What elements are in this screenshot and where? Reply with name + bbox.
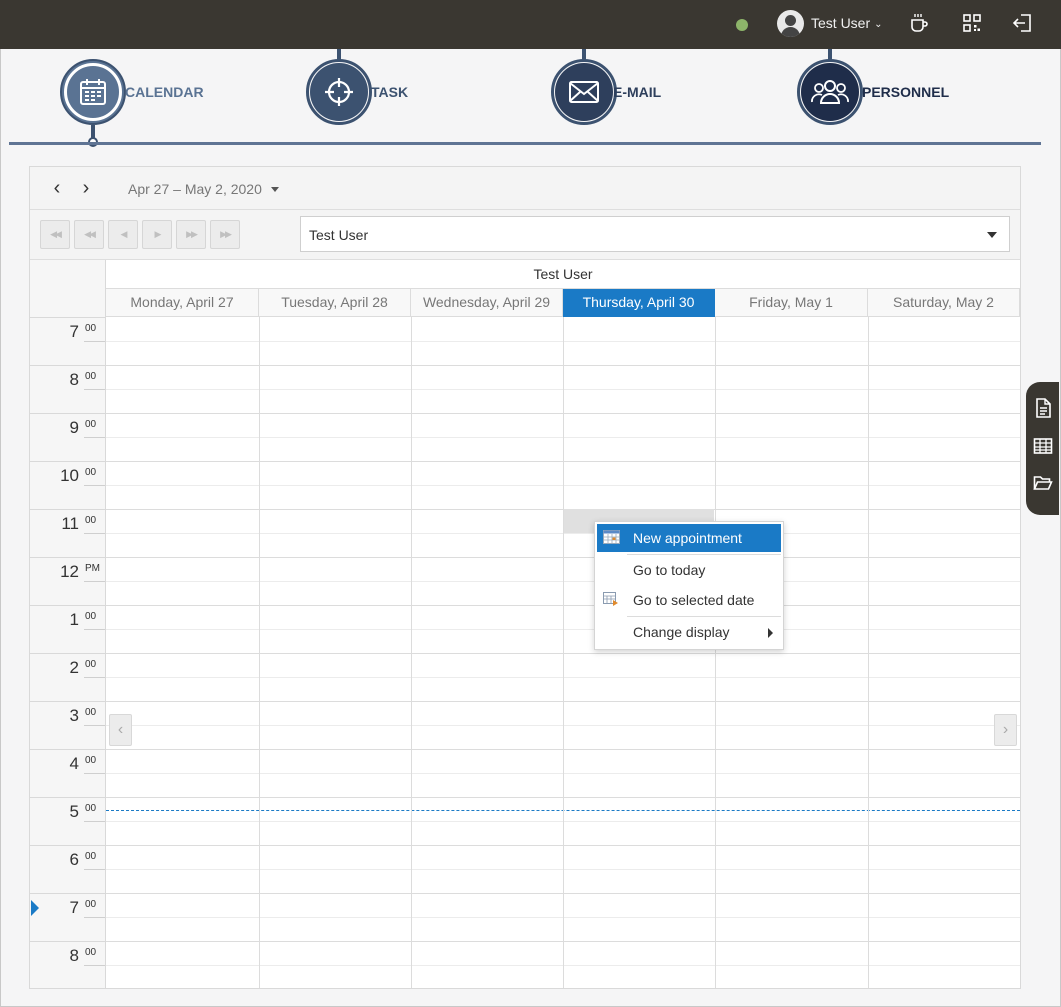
- hour-label: 8 00: [30, 941, 105, 989]
- hour-label: 10 00: [30, 461, 105, 509]
- day-header[interactable]: Monday, April 27: [106, 289, 259, 317]
- menu-separator: [627, 616, 781, 617]
- hour-label: 7 00: [30, 893, 105, 941]
- time-column: 7 00 8 00 9 00 10 00 11 00 12 PM 1 00 2 00 3 00 4…: [30, 260, 106, 988]
- crosshair-icon: [310, 63, 368, 121]
- submenu-arrow-icon: [768, 628, 773, 638]
- menu-item-go-to-selected-date[interactable]: Go to selected date: [597, 586, 781, 614]
- menu-item-go-to-today[interactable]: Go to today: [597, 556, 781, 584]
- previous-group-button[interactable]: ◀◀: [74, 220, 104, 249]
- module-personnel[interactable]: PERSONNEL: [797, 49, 957, 149]
- next-group-button[interactable]: ▶▶: [176, 220, 206, 249]
- calendar-goto-icon: [603, 592, 618, 606]
- module-label: TASK: [371, 84, 409, 100]
- envelope-icon: [555, 63, 613, 121]
- day-header-today[interactable]: Thursday, April 30: [563, 289, 715, 317]
- side-dock: [1026, 382, 1059, 515]
- first-page-button[interactable]: ◀◀: [40, 220, 70, 249]
- folder-open-icon[interactable]: [1033, 473, 1053, 493]
- scroll-right-button[interactable]: ›: [994, 714, 1017, 746]
- day-header[interactable]: Saturday, May 2: [868, 289, 1020, 317]
- module-divider: [9, 142, 1041, 145]
- logout-icon[interactable]: [1012, 12, 1034, 34]
- calendar-icon: [64, 63, 122, 121]
- hour-label: 9 00: [30, 413, 105, 461]
- time-slot-grid[interactable]: [106, 317, 1020, 988]
- last-page-button[interactable]: ▶▶: [210, 220, 240, 249]
- user-avatar-icon: [777, 9, 804, 37]
- day-column-divider: [259, 317, 260, 988]
- day-header[interactable]: Friday, May 1: [715, 289, 868, 317]
- module-email[interactable]: E-MAIL: [551, 49, 701, 149]
- day-header[interactable]: Wednesday, April 29: [411, 289, 563, 317]
- module-task[interactable]: TASK: [306, 49, 456, 149]
- day-column-divider: [563, 317, 564, 988]
- day-column-divider: [868, 317, 869, 988]
- user-name: Test User: [811, 15, 871, 31]
- menu-item-label: Change display: [633, 624, 730, 640]
- resource-toolbar: ◀◀ ◀◀ ◀ ▶ ▶▶ ▶▶ Test User: [30, 210, 1020, 260]
- previous-page-button[interactable]: ◀: [108, 220, 138, 249]
- previous-range-button[interactable]: ‹: [48, 178, 66, 198]
- resource-select-value: Test User: [309, 227, 369, 243]
- module-label: CALENDAR: [125, 84, 204, 100]
- hour-label: 1 00: [30, 605, 105, 653]
- hour-label: 2 00: [30, 653, 105, 701]
- next-range-button[interactable]: ›: [77, 178, 95, 198]
- table-grid-icon[interactable]: [1033, 436, 1053, 456]
- menu-item-label: New appointment: [633, 530, 742, 546]
- menu-item-change-display[interactable]: Change display: [597, 618, 781, 646]
- hour-label: 4 00: [30, 749, 105, 797]
- menu-separator: [627, 554, 781, 555]
- caret-down-icon[interactable]: [271, 187, 279, 192]
- hour-label: 12 PM: [30, 557, 105, 605]
- top-bar: Test User ⌄: [0, 0, 1061, 49]
- scheduler: ‹ › Apr 27 – May 2, 2020 ◀◀ ◀◀ ◀ ▶ ▶▶ ▶▶…: [29, 166, 1021, 989]
- date-navigator: ‹ › Apr 27 – May 2, 2020: [30, 167, 1020, 210]
- qr-code-icon[interactable]: [961, 12, 983, 34]
- hour-label: 11 00: [30, 509, 105, 557]
- people-group-icon: [801, 63, 859, 121]
- menu-item-label: Go to selected date: [633, 592, 755, 608]
- module-calendar[interactable]: CALENDAR: [60, 49, 210, 149]
- hour-label: 6 00: [30, 845, 105, 893]
- next-page-button[interactable]: ▶: [142, 220, 172, 249]
- module-label: PERSONNEL: [862, 84, 950, 100]
- caret-down-icon: [987, 232, 997, 238]
- menu-item-label: Go to today: [633, 562, 706, 578]
- calendar-grid-icon: [603, 530, 620, 544]
- user-menu[interactable]: Test User ⌄: [777, 9, 883, 37]
- current-time-marker: [31, 900, 39, 916]
- hour-label: 5 00: [30, 797, 105, 845]
- coffee-cup-icon[interactable]: [908, 12, 930, 34]
- status-dot: [736, 19, 748, 31]
- hour-label: 7 00: [30, 317, 105, 365]
- document-icon[interactable]: [1033, 398, 1053, 418]
- day-column-divider: [715, 317, 716, 988]
- context-menu: New appointment Go to today Go to select…: [594, 521, 784, 650]
- week-grid: 7 00 8 00 9 00 10 00 11 00 12 PM 1 00 2 00 3 00 4…: [30, 260, 1020, 988]
- hour-label: 8 00: [30, 365, 105, 413]
- menu-item-new-appointment[interactable]: New appointment: [597, 524, 781, 552]
- hour-label: 3 00: [30, 701, 105, 749]
- resource-header: Test User: [106, 260, 1020, 289]
- chevron-down-icon: ⌄: [874, 18, 883, 30]
- day-column-divider: [411, 317, 412, 988]
- date-range-label[interactable]: Apr 27 – May 2, 2020: [128, 181, 262, 197]
- resource-select[interactable]: Test User: [300, 216, 1010, 252]
- day-header[interactable]: Tuesday, April 28: [259, 289, 411, 317]
- scroll-left-button[interactable]: ‹: [109, 714, 132, 746]
- module-label: E-MAIL: [613, 84, 662, 100]
